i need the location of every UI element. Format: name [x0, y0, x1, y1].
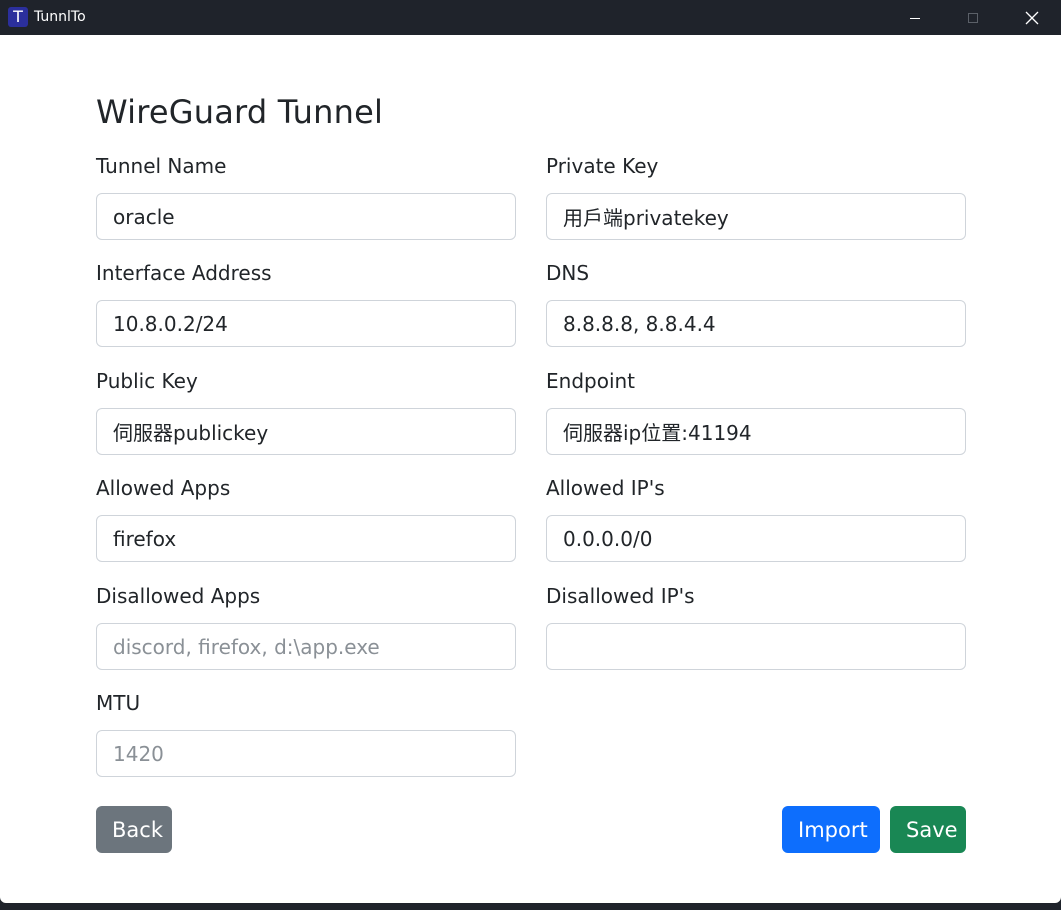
disallowed-apps-group: Disallowed Apps	[96, 583, 516, 670]
allowed-apps-label: Allowed Apps	[96, 476, 231, 500]
maximize-icon	[968, 12, 978, 23]
public-key-label: Public Key	[96, 369, 198, 393]
back-button[interactable]: Back	[96, 806, 172, 853]
mtu-input[interactable]	[96, 730, 516, 777]
allowed-ips-label: Allowed IP's	[546, 476, 665, 500]
endpoint-input[interactable]	[546, 408, 966, 455]
dns-label: DNS	[546, 261, 590, 285]
save-button[interactable]: Save	[890, 806, 966, 853]
endpoint-group: Endpoint	[546, 368, 966, 455]
close-icon	[1025, 11, 1039, 24]
tunnel-name-group: Tunnel Name	[96, 153, 516, 240]
window-title: TunnlTo	[34, 9, 86, 25]
public-key-input[interactable]	[96, 408, 516, 455]
disallowed-apps-label: Disallowed Apps	[96, 584, 261, 608]
allowed-ips-group: Allowed IP's	[546, 475, 966, 562]
interface-address-label: Interface Address	[96, 261, 272, 285]
close-button[interactable]	[1004, 0, 1060, 35]
private-key-group: Private Key	[546, 153, 966, 240]
endpoint-label: Endpoint	[546, 369, 636, 393]
title-bar: T TunnlTo	[0, 0, 1061, 35]
page-title: WireGuard Tunnel	[96, 93, 384, 131]
dns-group: DNS	[546, 260, 966, 347]
disallowed-ips-input[interactable]	[546, 623, 966, 670]
private-key-input[interactable]	[546, 193, 966, 240]
allowed-apps-input[interactable]	[96, 515, 516, 562]
disallowed-apps-input[interactable]	[96, 623, 516, 670]
allowed-apps-group: Allowed Apps	[96, 475, 516, 562]
maximize-button[interactable]	[945, 0, 1001, 35]
disallowed-ips-group: Disallowed IP's	[546, 583, 966, 670]
import-button[interactable]: Import	[782, 806, 880, 853]
minimize-button[interactable]	[887, 0, 943, 35]
interface-address-input[interactable]	[96, 300, 516, 347]
main-content: WireGuard Tunnel Tunnel Name Private Key…	[0, 35, 1061, 903]
disallowed-ips-label: Disallowed IP's	[546, 584, 695, 608]
interface-address-group: Interface Address	[96, 260, 516, 347]
mtu-group: MTU	[96, 690, 516, 777]
public-key-group: Public Key	[96, 368, 516, 455]
dns-input[interactable]	[546, 300, 966, 347]
app-icon: T	[8, 7, 28, 27]
private-key-label: Private Key	[546, 154, 659, 178]
allowed-ips-input[interactable]	[546, 515, 966, 562]
mtu-label: MTU	[96, 691, 141, 715]
tunnel-name-input[interactable]	[96, 193, 516, 240]
tunnel-name-label: Tunnel Name	[96, 154, 227, 178]
minimize-icon	[910, 17, 920, 19]
